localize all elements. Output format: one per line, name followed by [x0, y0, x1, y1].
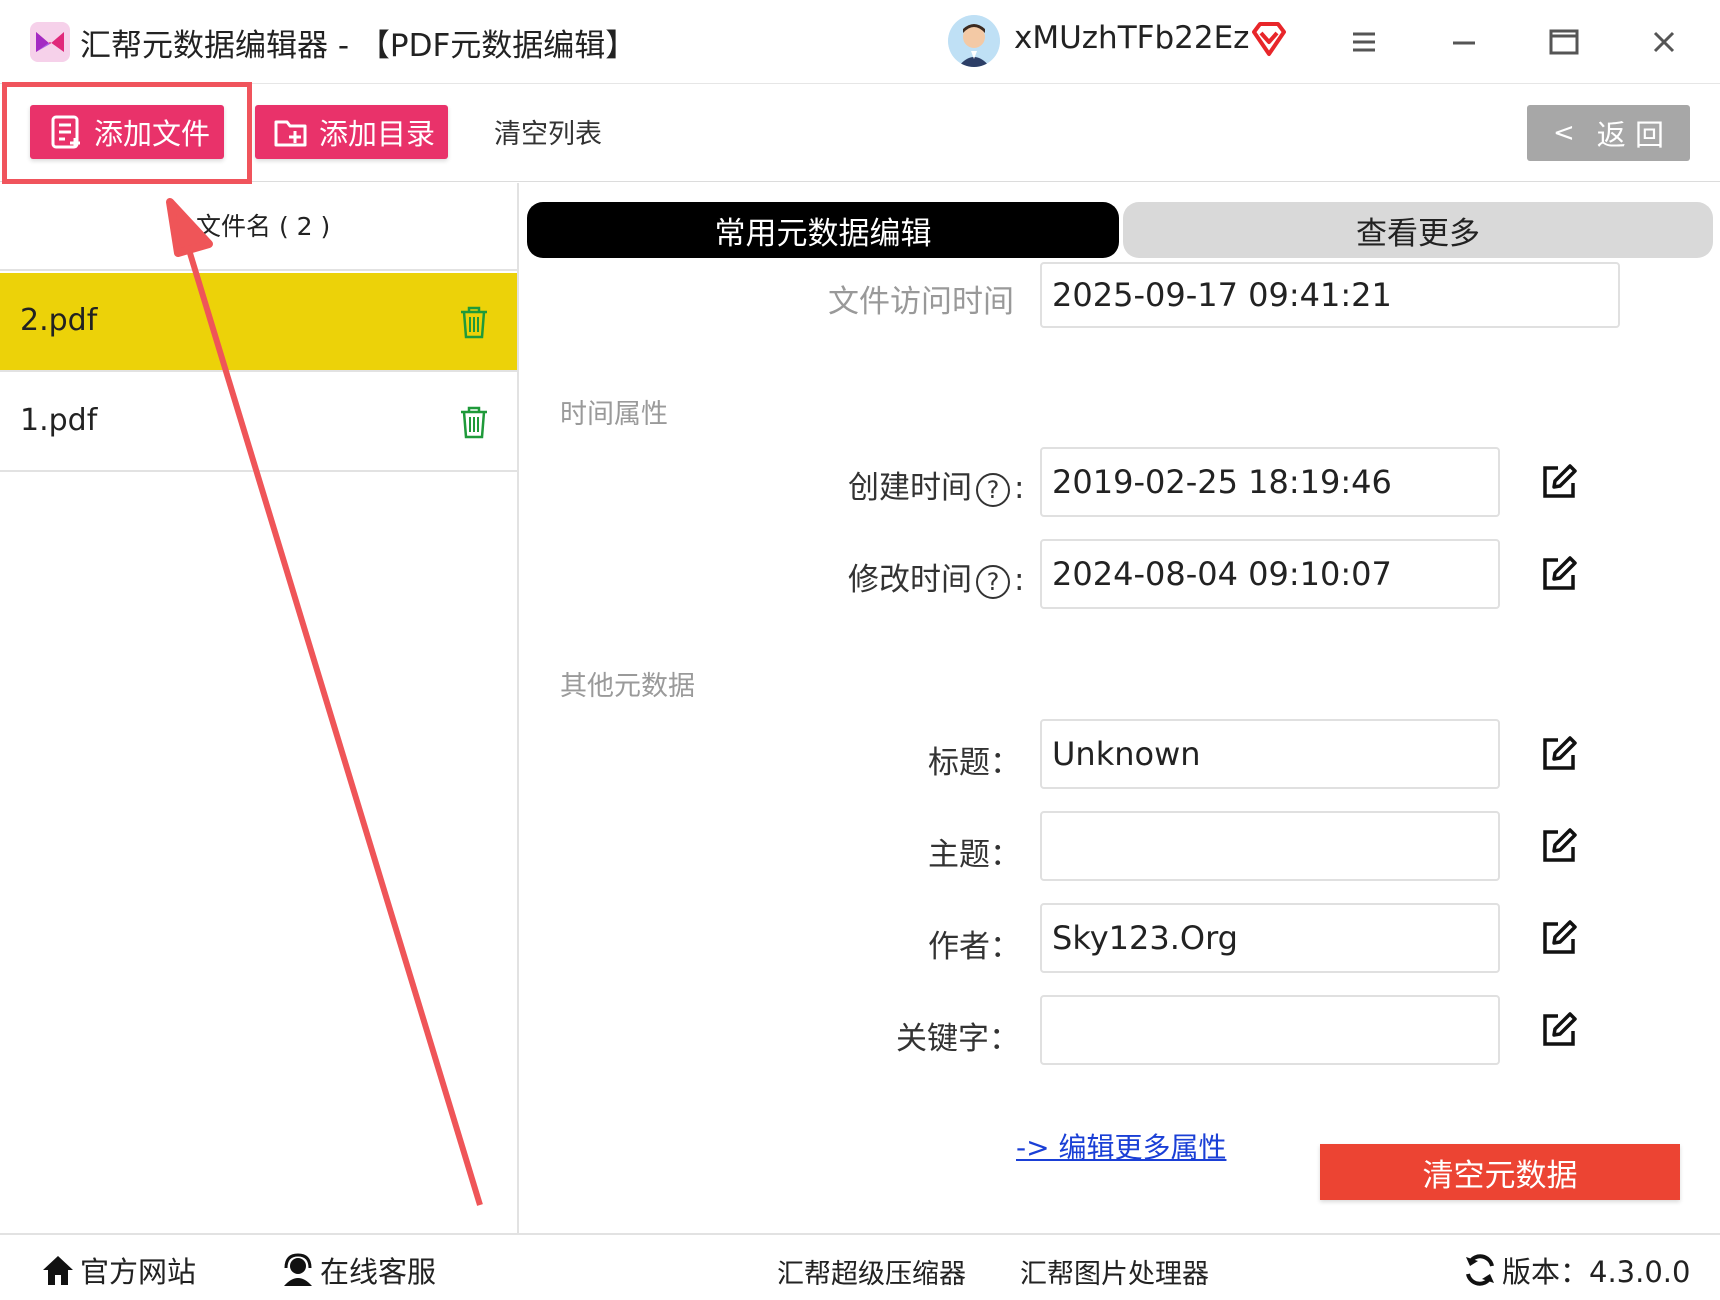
version-label: 版本：4.3.0.0	[1502, 1255, 1691, 1289]
keywords-label: 关键字：	[896, 1021, 1020, 1057]
clear-metadata-button[interactable]: 清空元数据	[1320, 1144, 1680, 1200]
title-label: 标题：	[928, 745, 1021, 781]
home-icon	[43, 1256, 73, 1285]
created-time-field[interactable]: 2019-02-25 18:19:46	[1040, 447, 1500, 517]
file-row[interactable]: 1.pdf	[0, 373, 517, 472]
access-time-label: 文件访问时间	[828, 284, 1014, 320]
add-folder-button[interactable]: 添加目录	[255, 105, 448, 159]
file-row[interactable]: 2.pdf	[0, 273, 517, 372]
title-field[interactable]: Unknown	[1040, 719, 1500, 789]
edit-icon[interactable]	[1540, 1011, 1578, 1049]
author-label: 作者：	[928, 929, 1021, 965]
modified-time-label: 修改时间	[848, 562, 972, 598]
official-website-link[interactable]: 官方网站	[40, 1249, 196, 1291]
avatar[interactable]	[948, 15, 1000, 67]
edit-icon[interactable]	[1540, 827, 1578, 865]
edit-icon[interactable]	[1540, 463, 1578, 501]
clear-list-button[interactable]: 清空列表	[494, 112, 602, 151]
minimize-icon	[1453, 41, 1475, 45]
edit-more-properties-link[interactable]: -> 编辑更多属性	[1016, 1126, 1226, 1166]
keywords-field[interactable]	[1040, 995, 1500, 1065]
online-support-label: 在线客服	[320, 1255, 437, 1289]
online-support-link[interactable]: 在线客服	[280, 1249, 436, 1291]
username: xMUzhTFb22Ez	[1014, 20, 1250, 56]
file-name: 1.pdf	[20, 403, 98, 438]
title-value: Unknown	[1052, 735, 1201, 773]
edit-icon[interactable]	[1540, 919, 1578, 957]
created-time-label: 创建时间	[848, 470, 972, 506]
maximize-button[interactable]	[1544, 22, 1584, 62]
file-name: 2.pdf	[20, 303, 98, 338]
author-value: Sky123.Org	[1052, 919, 1238, 957]
access-time-field[interactable]: 2025-09-17 09:41:21	[1040, 262, 1620, 328]
time-section-title: 时间属性	[560, 399, 668, 430]
file-list-header: 文件名 ( 2 )	[0, 183, 517, 271]
title-bar: 汇帮元数据编辑器 - 【PDF元数据编辑】 xMUzhTFb22Ez	[0, 0, 1720, 84]
subject-label: 主题：	[928, 837, 1021, 873]
modified-time-label-group: 修改时间?:	[848, 554, 1024, 599]
access-time-value: 2025-09-17 09:41:21	[1052, 276, 1392, 314]
other-metadata-section-title: 其他元数据	[560, 671, 695, 702]
back-label: 返 回	[1596, 118, 1664, 152]
refresh-icon	[1466, 1254, 1494, 1286]
help-icon[interactable]: ?	[976, 564, 1010, 599]
file-list-header-label: 文件名 ( 2 )	[196, 212, 331, 241]
created-time-label-group: 创建时间?:	[848, 462, 1024, 507]
footer-bar: 官方网站 在线客服 汇帮超级压缩器 汇帮图片处理器 版本：4.3.0.0	[0, 1233, 1720, 1300]
user-avatar-icon	[948, 15, 1000, 67]
hamburger-menu-icon	[1353, 32, 1375, 52]
version-info[interactable]: 版本：4.3.0.0	[1462, 1249, 1690, 1291]
add-folder-icon	[274, 120, 307, 147]
edit-icon[interactable]	[1540, 735, 1578, 773]
vip-diamond-icon[interactable]	[1250, 20, 1288, 58]
chevron-left-icon: <	[1552, 118, 1575, 148]
tab-view-more[interactable]: 查看更多	[1123, 202, 1713, 258]
menu-button[interactable]	[1344, 22, 1384, 62]
delete-trash-icon[interactable]	[458, 305, 490, 339]
label-colon: :	[1014, 562, 1025, 598]
annotation-highlight-box	[2, 82, 252, 184]
close-button[interactable]	[1644, 22, 1684, 62]
delete-trash-icon[interactable]	[458, 405, 490, 439]
add-folder-label: 添加目录	[319, 117, 436, 151]
app-logo-icon	[30, 22, 70, 62]
label-colon: :	[1014, 470, 1025, 506]
close-icon	[1653, 31, 1675, 53]
help-icon[interactable]: ?	[976, 472, 1010, 507]
modified-time-value: 2024-08-04 09:10:07	[1052, 555, 1392, 593]
compressor-link[interactable]: 汇帮超级压缩器	[777, 1252, 966, 1291]
official-website-label: 官方网站	[80, 1255, 197, 1289]
image-tool-link[interactable]: 汇帮图片处理器	[1020, 1252, 1209, 1291]
customer-service-icon	[284, 1253, 312, 1286]
file-list-panel: 文件名 ( 2 ) 2.pdf 1.pdf	[0, 183, 519, 1233]
minimize-button[interactable]	[1444, 22, 1484, 62]
edit-icon[interactable]	[1540, 555, 1578, 593]
window-title: 汇帮元数据编辑器 - 【PDF元数据编辑】	[80, 28, 637, 64]
maximize-icon	[1549, 29, 1579, 55]
modified-time-field[interactable]: 2024-08-04 09:10:07	[1040, 539, 1500, 609]
created-time-value: 2019-02-25 18:19:46	[1052, 463, 1392, 501]
tab-common-metadata[interactable]: 常用元数据编辑	[527, 202, 1119, 258]
back-button[interactable]: < 返 回	[1527, 105, 1690, 161]
author-field[interactable]: Sky123.Org	[1040, 903, 1500, 973]
subject-field[interactable]	[1040, 811, 1500, 881]
